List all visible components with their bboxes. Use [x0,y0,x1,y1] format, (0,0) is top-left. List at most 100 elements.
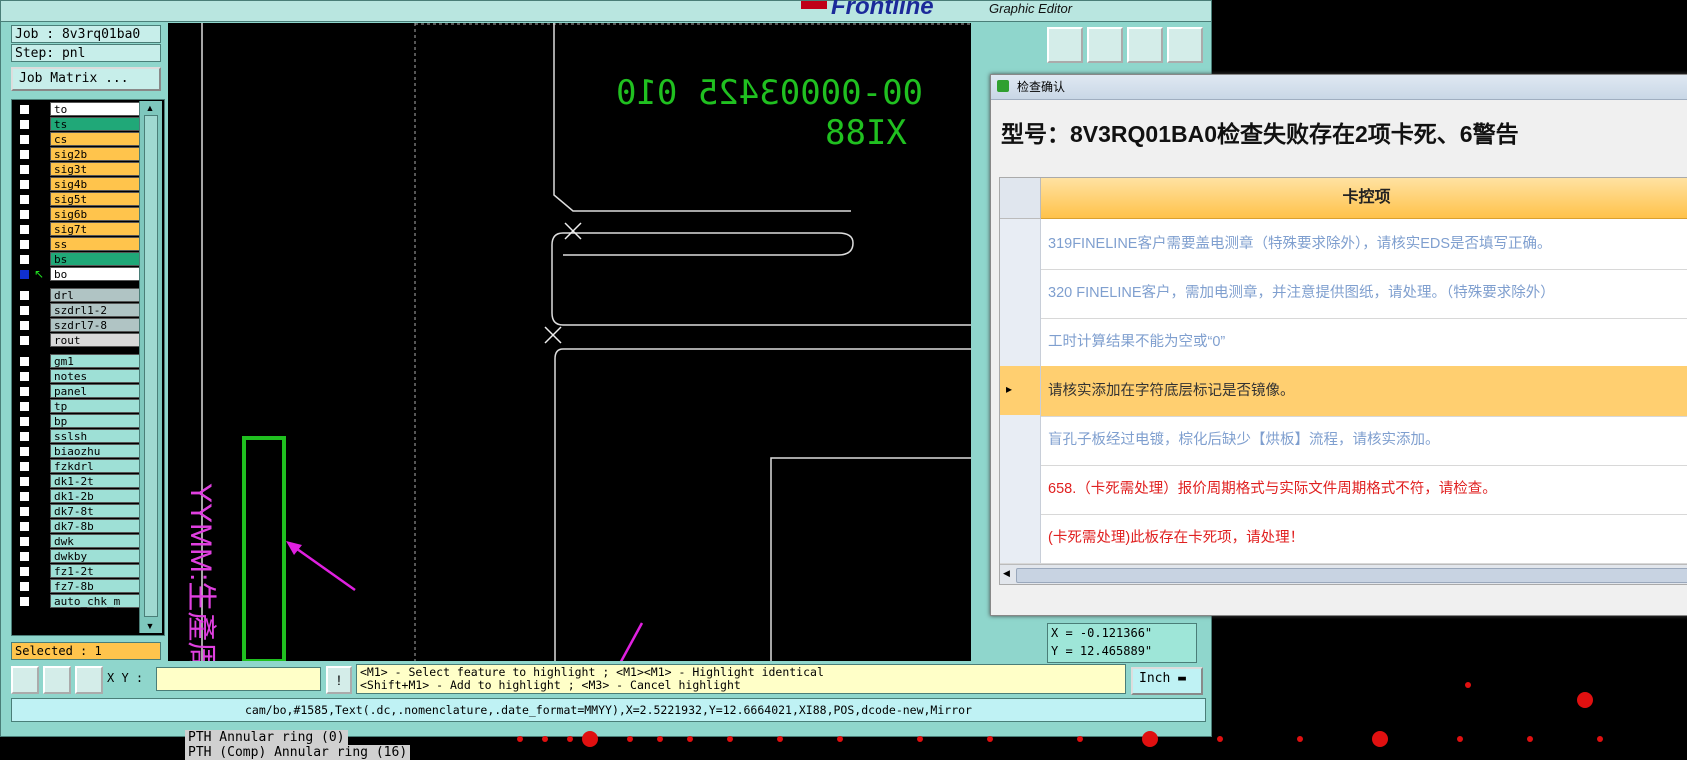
graphic-canvas[interactable]: 00-0000З425 010 XI88 YYMM:生產周期 [168,23,971,661]
layer-checkbox[interactable] [19,386,30,397]
xy-input[interactable] [156,667,321,691]
scroll-up-icon[interactable]: ▲ [143,103,157,113]
layer-name[interactable]: dk1-2b [50,489,142,503]
layer-name[interactable]: tp [50,399,142,413]
layer-name[interactable]: gm1 [50,354,142,368]
layer-row[interactable]: bp [12,414,142,429]
job-matrix-button[interactable]: Job Matrix ... [11,67,161,91]
layer-row[interactable]: sig3t [12,162,142,177]
layer-name[interactable]: dwk [50,534,142,548]
home-icon[interactable] [1127,27,1163,63]
grid-row[interactable]: ▸ 请核实添加在字符底层标记是否镜像。 [1000,366,1687,417]
layer-row[interactable]: dk1-2b [12,489,142,504]
layer-row[interactable]: gm1 [12,354,142,369]
layer-name[interactable]: sig5t [50,192,142,206]
layer-checkbox[interactable] [19,371,30,382]
layer-checkbox[interactable] [19,239,30,250]
layer-name[interactable]: auto_chk_m [50,594,142,608]
layer-checkbox[interactable] [19,305,30,316]
layer-row[interactable]: bs [12,252,142,267]
layer-checkbox[interactable] [19,320,30,331]
grid-row[interactable]: (卡死需处理)此板存在卡死项，请处理！ [1000,513,1687,564]
layer-row[interactable]: auto_chk_m [12,594,142,609]
layer-row[interactable]: panel [12,384,142,399]
layer-checkbox[interactable] [19,269,30,280]
layer-checkbox[interactable] [19,134,30,145]
layer-checkbox[interactable] [19,401,30,412]
layer-list-scrollbar[interactable]: ▲ ▼ [139,101,162,633]
layer-checkbox[interactable] [19,104,30,115]
layer-checkbox[interactable] [19,416,30,427]
layer-checkbox[interactable] [19,194,30,205]
layer-checkbox[interactable] [19,551,30,562]
layer-checkbox[interactable] [19,491,30,502]
grid-row[interactable]: 工时计算结果不能为空或“0” [1000,317,1687,368]
layer-row[interactable]: szdrl7-8 [12,318,142,333]
layer-row[interactable]: dk7-8b [12,519,142,534]
grid-row[interactable]: 658.（卡死需处理）报价周期格式与实际文件周期格式不符，请检查。 [1000,464,1687,515]
layer-name[interactable]: sig6b [50,207,142,221]
layer-name[interactable]: dk7-8t [50,504,142,518]
menu-bar[interactable] [1,1,796,22]
layer-checkbox[interactable] [19,119,30,130]
layer-name[interactable]: sig7t [50,222,142,236]
layer-row[interactable]: sig4b [12,177,142,192]
grid-icon[interactable] [75,666,103,694]
layer-checkbox[interactable] [19,164,30,175]
layer-row[interactable]: drl [12,288,142,303]
layer-row[interactable]: fz1-2t [12,564,142,579]
layer-checkbox[interactable] [19,446,30,457]
layer-checkbox[interactable] [19,224,30,235]
scroll-down-icon[interactable]: ▼ [143,621,157,631]
layer-checkbox[interactable] [19,581,30,592]
layer-row[interactable]: notes [12,369,142,384]
canvas-text-date-format[interactable]: YYMM:生產周期 [184,483,226,661]
layer-row[interactable]: fz7-8b [12,579,142,594]
layer-name[interactable]: sslsh [50,429,142,443]
layer-name[interactable]: drl [50,288,142,302]
layer-name[interactable]: dwkby [50,549,142,563]
dialog-titlebar[interactable]: 检查确认 [991,75,1687,100]
layer-name[interactable]: szdrl7-8 [50,318,142,332]
row-header[interactable] [1000,464,1041,514]
layer-name[interactable]: fz7-8b [50,579,142,593]
layer-name[interactable]: ts [50,117,142,131]
layer-checkbox[interactable] [19,461,30,472]
layer-checkbox[interactable] [19,476,30,487]
horizontal-scrollbar[interactable]: ◀ [1000,564,1687,584]
scroll-thumb[interactable] [1016,568,1687,583]
layer-checkbox[interactable] [19,335,30,346]
layer-name[interactable]: biaozhu [50,444,142,458]
measure-icon[interactable] [43,666,71,694]
layer-row[interactable]: sig2b [12,147,142,162]
layer-name[interactable]: notes [50,369,142,383]
layer-name[interactable]: dk7-8b [50,519,142,533]
column-header[interactable]: 卡控项 [1041,178,1687,219]
layer-row[interactable]: ss [12,237,142,252]
layer-checkbox[interactable] [19,290,30,301]
row-header[interactable] [1000,268,1041,318]
row-header[interactable] [1000,219,1041,269]
layer-row[interactable]: sig7t [12,222,142,237]
select-all-corner[interactable] [1000,178,1041,219]
layer-row[interactable]: dwkby [12,549,142,564]
layer-name[interactable]: ss [50,237,142,251]
layer-row[interactable]: sslsh [12,429,142,444]
layer-row[interactable]: dk1-2t [12,474,142,489]
layer-name[interactable]: fz1-2t [50,564,142,578]
row-header[interactable]: ▸ [1000,366,1041,416]
row-header[interactable] [1000,415,1041,465]
grid-view-icon[interactable] [1167,27,1203,63]
layer-checkbox[interactable] [19,566,30,577]
layer-checkbox[interactable] [19,149,30,160]
layer-name[interactable]: bp [50,414,142,428]
layer-name[interactable]: fzkdrl [50,459,142,473]
layer-row[interactable]: biaozhu [12,444,142,459]
tool-button-export-icon[interactable] [1047,27,1083,63]
layer-checkbox[interactable] [19,209,30,220]
layer-name[interactable]: dk1-2t [50,474,142,488]
grid-row[interactable]: 319FINELINE客户需要盖电测章（特殊要求除外），请核实EDS是否填写正确… [1000,219,1687,270]
grid-row[interactable]: 盲孔子板经过电镀，棕化后缺少【烘板】流程，请核实添加。 [1000,415,1687,466]
layer-row[interactable]: tp [12,399,142,414]
layer-row[interactable]: dk7-8t [12,504,142,519]
